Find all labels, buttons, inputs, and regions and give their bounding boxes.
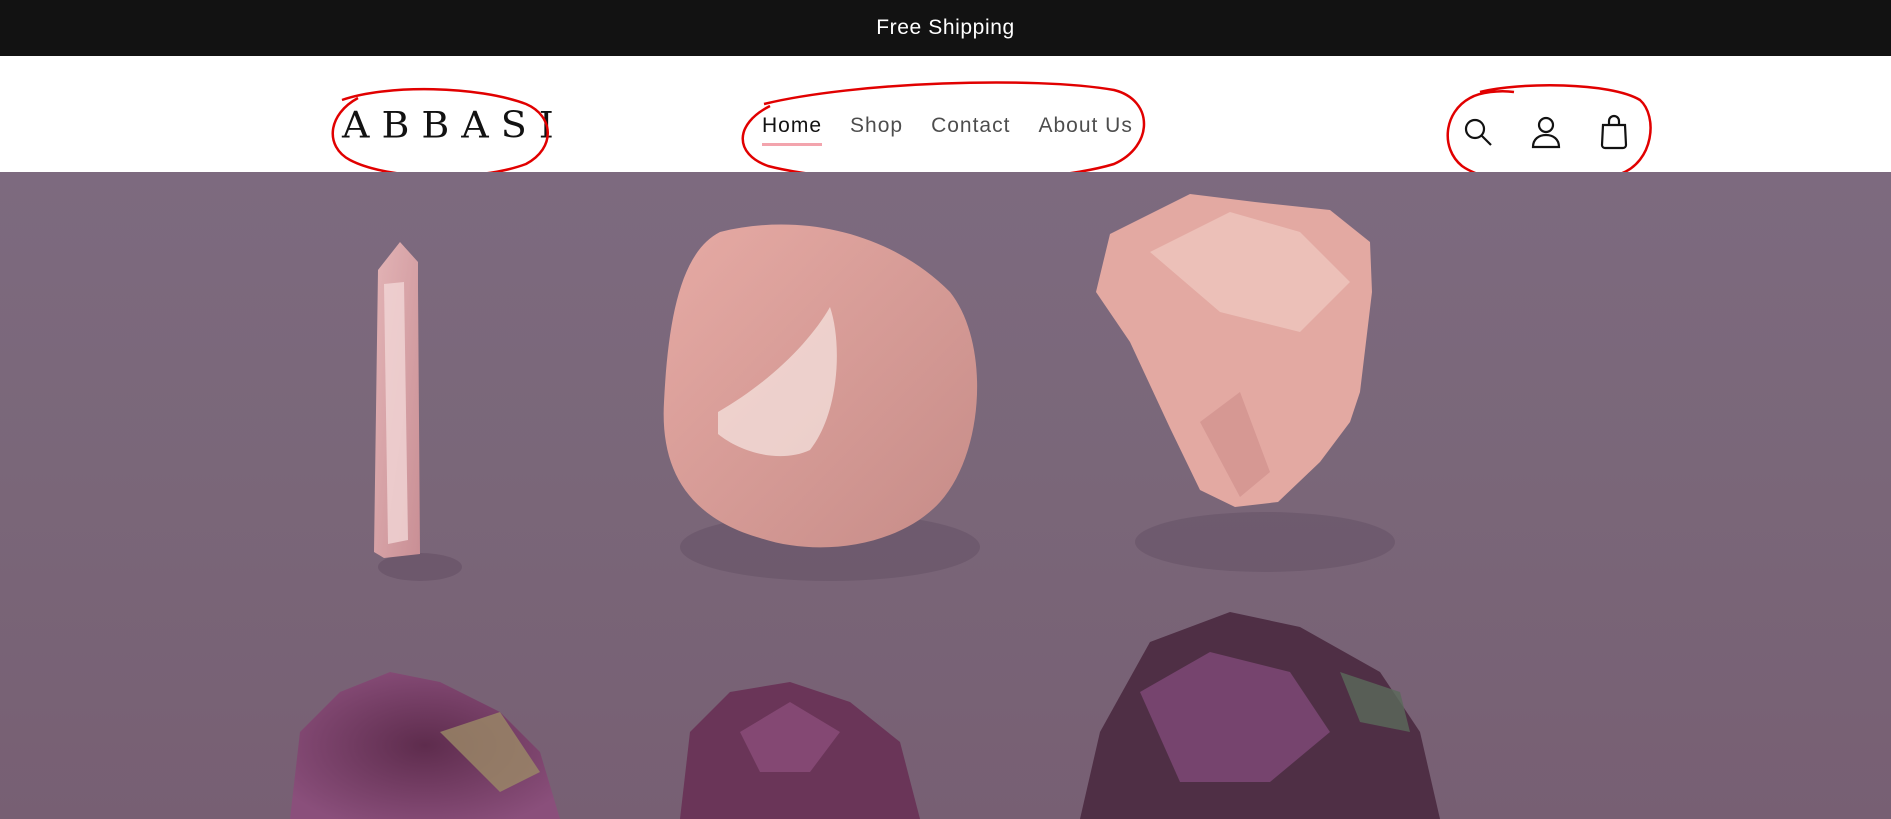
nav-about-us[interactable]: About Us xyxy=(1038,114,1132,146)
announcement-bar: Free Shipping xyxy=(0,0,1891,56)
site-header: ABBASI Home Shop Contact About Us xyxy=(0,56,1891,172)
nav-shop[interactable]: Shop xyxy=(850,114,903,146)
header-icons xyxy=(1458,112,1634,152)
cart-icon[interactable] xyxy=(1594,112,1634,152)
hero-image xyxy=(290,194,1440,819)
hero-banner xyxy=(0,172,1891,819)
search-icon[interactable] xyxy=(1458,112,1498,152)
announcement-text: Free Shipping xyxy=(876,16,1015,39)
main-nav: Home Shop Contact About Us xyxy=(762,114,1161,146)
site-logo[interactable]: ABBASI xyxy=(342,107,566,143)
nav-home[interactable]: Home xyxy=(762,114,823,146)
account-icon[interactable] xyxy=(1526,112,1566,152)
nav-contact[interactable]: Contact xyxy=(931,114,1010,146)
